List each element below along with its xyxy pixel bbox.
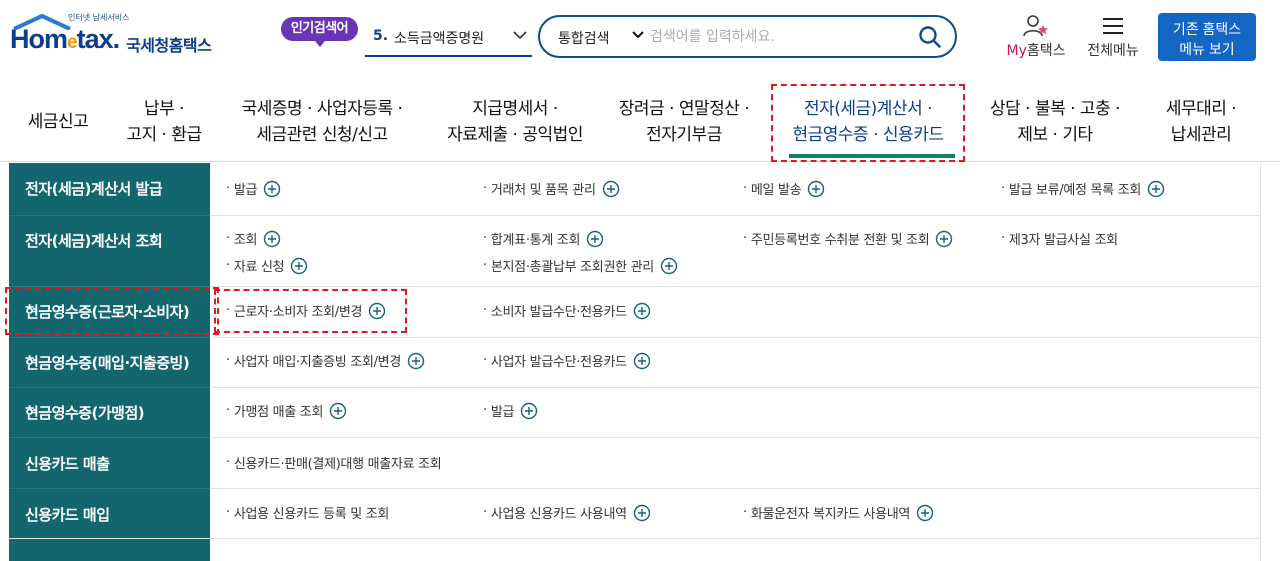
- plus-circle-icon[interactable]: [633, 504, 651, 522]
- nav-label: 지급명세서 ·: [472, 99, 558, 119]
- main-navigation: 세금신고 납부 · 고지 · 환급 국세증명 · 사업자등록 · 세금관련 신청…: [0, 82, 1280, 162]
- plus-circle-icon[interactable]: [407, 352, 425, 370]
- plus-circle-icon[interactable]: [290, 257, 308, 275]
- nav-label: 납부 ·: [143, 99, 185, 119]
- submenu-link[interactable]: · 자료 신청: [226, 256, 308, 275]
- submenu-link[interactable]: · 제3자 발급사실 조회: [1001, 229, 1118, 248]
- header: 인터넷 납세서비스 Hometax. 국세청홈택스 인기검색어 5. 소득금액증…: [0, 0, 1280, 78]
- submenu-link[interactable]: · 조회: [226, 229, 281, 248]
- nav-incentives[interactable]: 장려금 · 연말정산 · 전자기부금: [606, 82, 762, 162]
- nav-label: 세금신고: [27, 112, 89, 132]
- search-input[interactable]: [650, 25, 910, 49]
- plus-circle-icon[interactable]: [807, 180, 825, 198]
- plus-circle-icon[interactable]: [602, 180, 620, 198]
- plus-circle-icon[interactable]: [520, 402, 538, 420]
- nav-label: 제보 · 기타: [1017, 125, 1093, 145]
- highlight-box-row-title: [5, 287, 219, 335]
- side-divider: [9, 215, 210, 216]
- popular-search-badge: 인기검색어: [281, 17, 358, 47]
- user-icon: [1023, 15, 1048, 37]
- highlight-box-link: [214, 289, 407, 333]
- plus-circle-icon[interactable]: [1147, 180, 1165, 198]
- row-title[interactable]: 신용카드 매출: [9, 453, 210, 474]
- submenu-link[interactable]: · 사업용 신용카드 사용내역: [483, 503, 651, 522]
- submenu-link[interactable]: · 주민등록번호 수취분 전환 및 조회: [743, 229, 953, 248]
- plus-circle-icon[interactable]: [660, 257, 678, 275]
- popular-search-term[interactable]: 소득금액증명원: [394, 28, 484, 48]
- nav-label: 세무대리 ·: [1165, 99, 1237, 119]
- old-menu-line1: 기존 홈택스: [1172, 21, 1242, 37]
- nav-label: 고지 · 환급: [126, 125, 202, 145]
- plus-circle-icon[interactable]: [586, 230, 604, 248]
- submenu-link[interactable]: · 화물운전자 복지카드 사용내역: [743, 503, 934, 522]
- row-title[interactable]: 신용카드 매입: [9, 504, 210, 525]
- nav-payment-statements[interactable]: 지급명세서 · 자료제출 · 공익법인: [432, 82, 598, 162]
- row-title[interactable]: 전자(세금)계산서 조회: [9, 230, 210, 251]
- submenu-link[interactable]: · 사업용 신용카드 등록 및 조회: [226, 503, 389, 522]
- logo-subtitle: 인터넷 납세서비스: [68, 13, 130, 22]
- plus-circle-icon[interactable]: [263, 180, 281, 198]
- search-icon[interactable]: [918, 25, 942, 49]
- submenu-link[interactable]: · 가맹점 매출 조회: [226, 401, 347, 420]
- nav-label: 세금관련 신청/신고: [256, 125, 388, 145]
- nav-consultation[interactable]: 상담 · 불복 · 고충 · 제보 · 기타: [972, 82, 1138, 162]
- row-title[interactable]: 현금영수증(가맹점): [9, 402, 210, 423]
- plus-circle-icon[interactable]: [935, 230, 953, 248]
- submenu-panel: 전자(세금)계산서 발급 · 발급 · 거래처 및 품목 관리 · 메일 발송 · 발급…: [9, 163, 1261, 561]
- row-divider: [9, 538, 1261, 539]
- popular-search-underline: [365, 55, 532, 57]
- plus-circle-icon[interactable]: [633, 352, 651, 370]
- hamburger-icon: [1103, 18, 1123, 34]
- nav-label: 전자기부금: [646, 125, 722, 145]
- logo-english: Hometax.: [10, 24, 120, 54]
- submenu-link[interactable]: · 발급: [483, 401, 538, 420]
- plus-circle-icon[interactable]: [916, 504, 934, 522]
- popular-search-rank: 5.: [373, 28, 389, 44]
- nav-certificates[interactable]: 국세증명 · 사업자등록 · 세금관련 신청/신고: [226, 82, 418, 162]
- submenu-link[interactable]: · 거래처 및 품목 관리: [483, 179, 620, 198]
- my-hometax-label: 홈택스: [1026, 43, 1066, 59]
- submenu-link[interactable]: · 신용카드·판매(결제)대행 매출자료 조회: [226, 453, 442, 472]
- submenu-link[interactable]: · 사업자 매입·지출증빙 조회/변경: [226, 351, 425, 370]
- submenu-link[interactable]: · 본지점·총괄납부 조회권한 관리: [483, 256, 678, 275]
- old-menu-line2: 메뉴 보기: [1179, 41, 1235, 57]
- submenu-link[interactable]: · 발급: [226, 179, 281, 198]
- nav-label: 국세증명 · 사업자등록 ·: [241, 99, 403, 119]
- nav-payment[interactable]: 납부 · 고지 · 환급: [112, 82, 216, 162]
- my-hometax-button[interactable]: My홈택스: [1000, 14, 1072, 64]
- row-title[interactable]: 전자(세금)계산서 발급: [9, 178, 210, 199]
- nav-label: 장려금 · 연말정산 ·: [618, 99, 750, 119]
- submenu-link[interactable]: · 사업자 발급수단·전용카드: [483, 351, 651, 370]
- search-box: 통합검색: [538, 15, 957, 58]
- nav-tax-agent[interactable]: 세무대리 · 납세관리: [1146, 82, 1256, 162]
- plus-circle-icon[interactable]: [633, 302, 651, 320]
- my-label: My: [1006, 43, 1027, 59]
- side-divider: [9, 437, 210, 438]
- old-hometax-menu-button[interactable]: 기존 홈택스 메뉴 보기: [1158, 13, 1256, 61]
- side-divider: [9, 337, 210, 338]
- nav-label: 상담 · 불복 · 고충 ·: [989, 99, 1121, 119]
- plus-circle-icon[interactable]: [329, 402, 347, 420]
- search-scope-select[interactable]: 통합검색: [558, 28, 610, 48]
- submenu-link[interactable]: · 소비자 발급수단·전용카드: [483, 301, 651, 320]
- all-menu-button[interactable]: 전체메뉴: [1082, 14, 1144, 64]
- submenu-link[interactable]: · 발급 보류/예정 목록 조회: [1001, 179, 1165, 198]
- submenu-link[interactable]: · 합계표·통계 조회: [483, 229, 604, 248]
- chevron-down-icon[interactable]: [512, 30, 528, 40]
- side-divider: [9, 387, 210, 388]
- submenu-link[interactable]: · 메일 발송: [743, 179, 825, 198]
- logo-korean: 국세청홈택스: [126, 36, 212, 55]
- nav-label: 납세관리: [1170, 125, 1232, 145]
- nav-label: 자료제출 · 공익법인: [447, 125, 583, 145]
- all-menu-label: 전체메뉴: [1087, 43, 1139, 59]
- hometax-logo[interactable]: 인터넷 납세서비스 Hometax. 국세청홈택스: [10, 12, 220, 64]
- side-divider: [9, 488, 210, 489]
- nav-tax-return[interactable]: 세금신고: [14, 82, 102, 162]
- plus-circle-icon[interactable]: [263, 230, 281, 248]
- chevron-down-icon[interactable]: [632, 31, 644, 39]
- row-title[interactable]: 현금영수증(매입·지출증빙): [9, 352, 210, 373]
- highlight-box-nav: [771, 84, 965, 162]
